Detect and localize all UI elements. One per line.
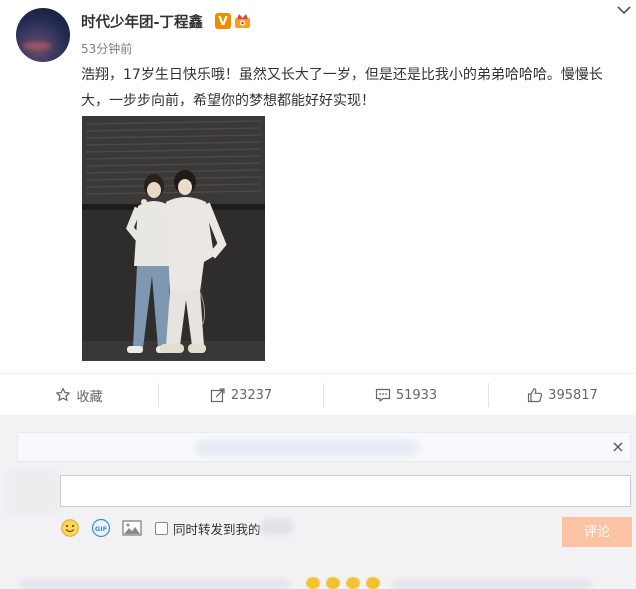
favorite-button[interactable]: 收藏 (0, 374, 158, 416)
favorite-label: 收藏 (76, 389, 103, 405)
close-icon[interactable]: × (609, 438, 627, 456)
comment-count: 51933 (395, 387, 438, 403)
blurred-next-comment (0, 573, 636, 589)
gif-button[interactable]: GIF (91, 518, 111, 538)
notice-bar: × (17, 432, 631, 462)
emoji-button[interactable] (60, 518, 80, 538)
comment-icon (375, 388, 390, 402)
repost-button[interactable]: 23237 (159, 374, 323, 416)
comment-button[interactable]: 51933 (324, 374, 488, 416)
weibo-post: 时代少年团-丁程鑫 V 53分钟前 浩翔，17岁生日快乐哦！虽然又长大了一岁，但… (0, 0, 636, 372)
user-avatar[interactable] (16, 8, 70, 62)
thumbs-up-icon (528, 388, 543, 403)
repost-option-label: 同时转发到我的 (173, 522, 261, 537)
like-button[interactable]: 395817 (489, 374, 636, 416)
comment-input[interactable] (60, 475, 631, 507)
repost-count: 23237 (230, 387, 273, 403)
post-time[interactable]: 53分钟前 (81, 40, 132, 57)
photo-image (82, 116, 265, 361)
repost-checkbox[interactable] (155, 522, 168, 535)
star-icon (56, 387, 71, 401)
user-name[interactable]: 时代少年团-丁程鑫 (81, 11, 203, 32)
post-photo[interactable] (82, 116, 265, 361)
share-icon (210, 388, 225, 403)
gif-icon-label: GIF (95, 525, 107, 533)
image-button[interactable] (122, 518, 142, 538)
post-text: 浩翔，17岁生日快乐哦！虽然又长大了一岁，但是还是比我小的弟弟哈哈哈。慢慢长大，… (81, 67, 603, 109)
blurred-label-text (260, 519, 294, 535)
image-icon (122, 520, 142, 536)
blurred-notice-text (195, 440, 419, 456)
crown-badge-icon (235, 14, 250, 28)
my-avatar (6, 471, 60, 515)
gif-icon: GIF (91, 518, 111, 538)
like-count: 395817 (548, 387, 598, 403)
action-bar: 收藏 23237 51933 395817 (0, 373, 636, 415)
smiley-icon (61, 519, 79, 537)
chevron-down-icon[interactable] (616, 4, 632, 16)
verified-badge-icon: V (215, 13, 231, 29)
comment-submit-button[interactable]: 评论 (562, 517, 632, 547)
comment-section: × GIF 同时转发到我的 评论 (0, 415, 636, 589)
